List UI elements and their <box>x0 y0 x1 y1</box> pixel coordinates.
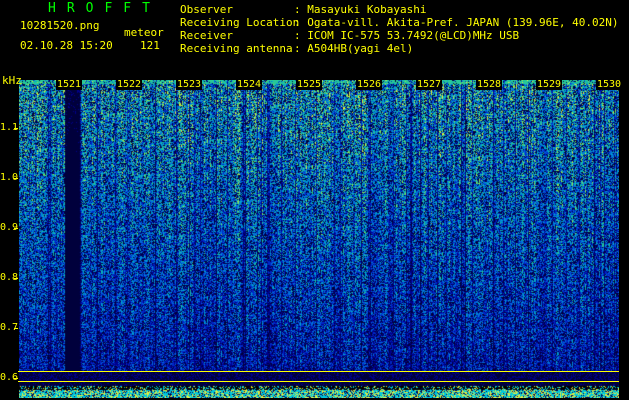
x-tick-label: 1529 <box>536 79 563 90</box>
file-name: 10281520.png <box>20 19 100 32</box>
y-tick-mark <box>14 228 18 229</box>
app-title: HROFFT <box>48 1 161 16</box>
observer-row: Observer: Masayuki Kobayashi <box>180 3 427 16</box>
x-axis: 1521 1522 1523 1524 1525 1526 1527 1528 1529 1530 <box>18 79 623 93</box>
antenna-label: Receiving antenna <box>180 42 293 55</box>
spectrogram-canvas <box>19 80 619 398</box>
y-tick-mark <box>14 178 18 179</box>
y-tick-mark <box>14 128 18 129</box>
x-tick-label: 1521 <box>56 79 83 90</box>
location-row: Receiving Location: Ogata-vill. Akita-Pr… <box>180 16 619 29</box>
receiver-label: Receiver <box>180 29 233 42</box>
observer-label: Observer <box>180 3 233 16</box>
mode-label: meteor <box>124 26 164 39</box>
x-tick-label: 1524 <box>236 79 263 90</box>
baseline-lower <box>18 381 619 382</box>
y-axis: 1.1 1.0 0.9 0.8 0.7 0.6 <box>0 80 18 390</box>
antenna-row: Receiving antenna: A504HB(yagi 4el) <box>180 42 414 55</box>
x-tick-label: 1527 <box>416 79 443 90</box>
x-tick-label: 1525 <box>296 79 323 90</box>
baseline-upper <box>18 371 619 372</box>
location-label: Receiving Location <box>180 16 300 29</box>
x-tick-label: 1528 <box>476 79 503 90</box>
receiver-value: ICOM IC-575 53.7492(@LCD)MHz USB <box>307 29 520 42</box>
x-tick-label: 1530 <box>596 79 623 90</box>
x-tick-label: 1526 <box>356 79 383 90</box>
x-tick-label: 1523 <box>176 79 203 90</box>
antenna-value: A504HB(yagi 4el) <box>307 42 414 55</box>
receiver-row: Receiver: ICOM IC-575 53.7492(@LCD)MHz U… <box>180 29 520 42</box>
y-tick-mark <box>14 378 18 379</box>
date-time: 02.10.28 15:20 <box>20 39 113 52</box>
y-tick-mark <box>14 278 18 279</box>
y-tick-mark <box>14 328 18 329</box>
x-tick-label: 1522 <box>116 79 143 90</box>
detection-count: 121 <box>140 39 160 52</box>
observer-value: Masayuki Kobayashi <box>307 3 427 16</box>
location-value: Ogata-vill. Akita-Pref. JAPAN (139.96E, … <box>307 16 619 29</box>
spectrogram-plot <box>19 80 619 398</box>
